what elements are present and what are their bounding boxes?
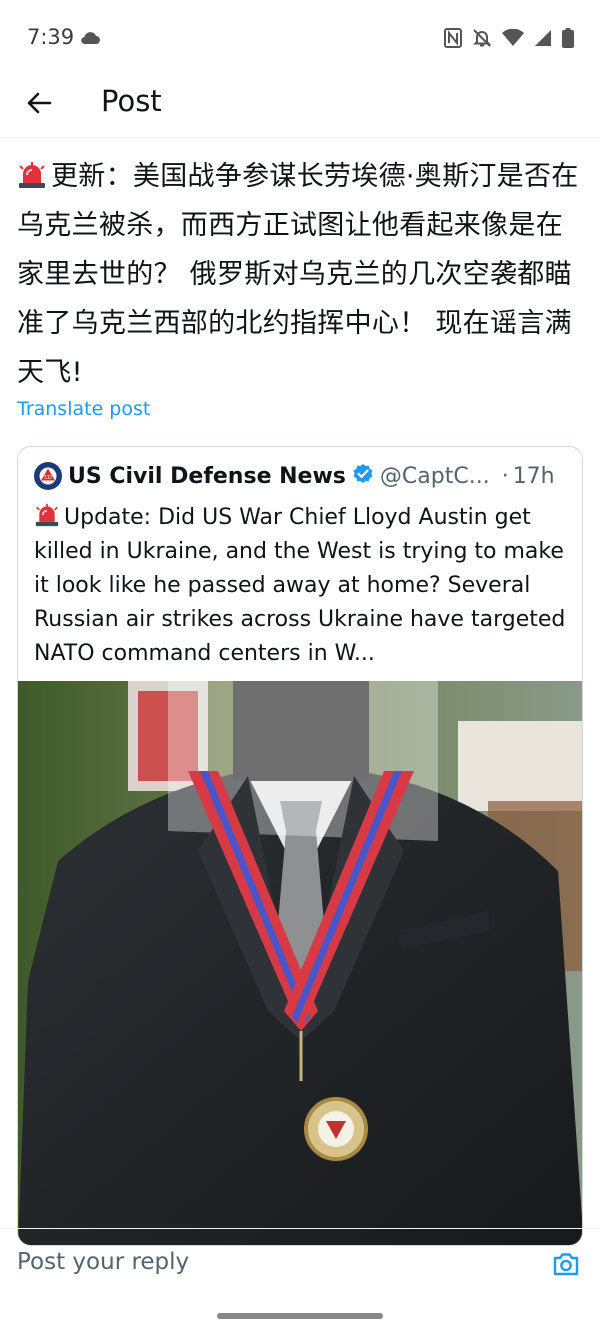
- translate-post-link[interactable]: Translate post: [17, 398, 150, 420]
- status-time: 7:39: [27, 25, 75, 49]
- bell-off-icon: [472, 28, 492, 52]
- avatar[interactable]: CD: [34, 462, 62, 490]
- quoted-author-name[interactable]: US Civil Defense News: [68, 464, 346, 489]
- reply-input[interactable]: Post your reply: [17, 1249, 189, 1275]
- quoted-post-body: Update: Did US War Chief Lloyd Austin ge…: [34, 501, 572, 671]
- nfc-icon: [444, 28, 462, 52]
- post-text: 更新：美国战争参谋长劳埃德·奥斯汀是否在乌克兰被杀，而西方正试图让他看起来像是在…: [17, 161, 579, 388]
- quoted-post-card[interactable]: CD US Civil Defense News @CaptC... · 17h…: [17, 446, 583, 1246]
- quoted-post-text: Update: Did US War Chief Lloyd Austin ge…: [34, 505, 566, 666]
- battery-icon: [562, 28, 574, 52]
- cloud-icon: [80, 30, 100, 49]
- top-app-bar: Post: [0, 78, 600, 138]
- post-body: 更新：美国战争参谋长劳埃德·奥斯汀是否在乌克兰被杀，而西方正试图让他看起来像是在…: [17, 152, 587, 397]
- siren-emoji-icon: [17, 156, 47, 188]
- quoted-post-image[interactable]: [18, 681, 582, 1245]
- separator-dot: ·: [501, 463, 509, 489]
- reply-bar: Post your reply: [0, 1228, 600, 1292]
- quoted-author-handle[interactable]: @CaptC...: [380, 464, 490, 489]
- wifi-icon: [502, 28, 524, 51]
- status-bar: 7:39: [0, 0, 600, 78]
- status-icons: [444, 28, 574, 52]
- page-title: Post: [101, 84, 162, 118]
- quoted-post-time: 17h: [512, 463, 555, 489]
- quoted-post-header: CD US Civil Defense News @CaptC... · 17h: [34, 461, 574, 491]
- gesture-nav-handle[interactable]: [217, 1313, 383, 1319]
- signal-icon: [534, 29, 552, 51]
- arrow-left-icon: [27, 92, 52, 114]
- camera-icon[interactable]: [552, 1251, 580, 1281]
- back-button[interactable]: [22, 86, 56, 120]
- siren-emoji-icon: [34, 503, 60, 527]
- svg-text:CD: CD: [44, 475, 51, 481]
- verified-badge-icon: [352, 463, 374, 489]
